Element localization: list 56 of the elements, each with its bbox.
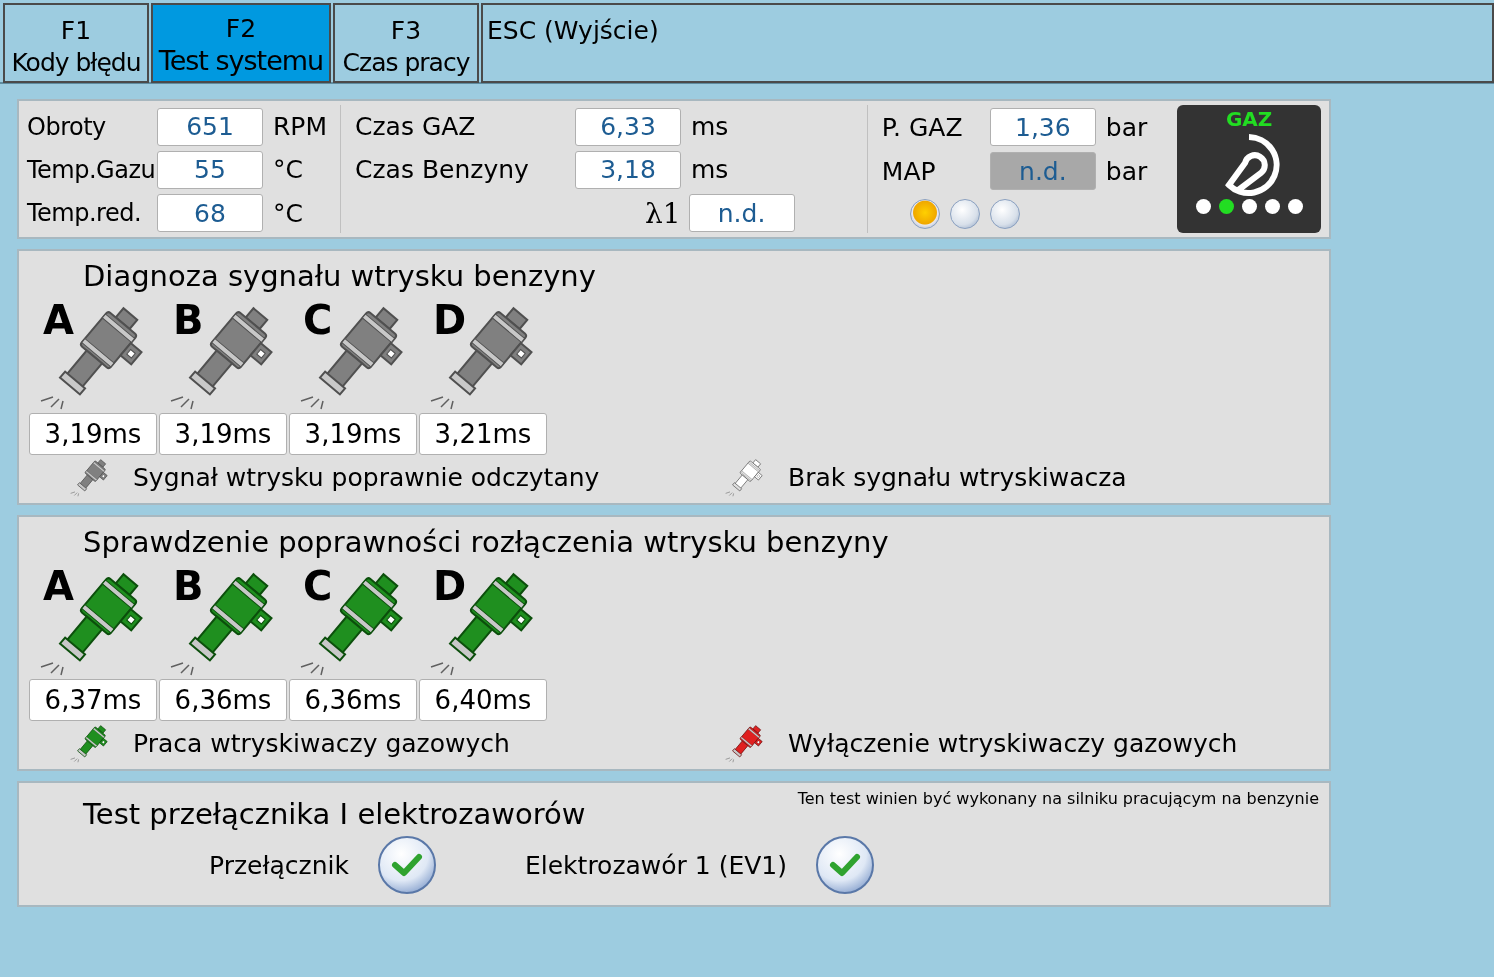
unit-label: bar — [1105, 112, 1148, 142]
lambda-label: λ1 — [645, 196, 681, 230]
legend-text: Sygnał wtrysku poprawnie odczytany — [133, 462, 600, 492]
unit-label: ms — [691, 112, 729, 142]
reading-label: P. GAZ — [881, 112, 964, 142]
unit-label: RPM — [273, 112, 328, 142]
injector-letter: D — [433, 563, 467, 609]
value-field: 55 — [157, 151, 263, 189]
note-text: Ten test winien być wykonany na silniku pracującym na benzynie — [797, 789, 1319, 810]
section-title: Sprawdzenie poprawności rozłączenia wtrysku benzyny — [83, 525, 890, 559]
reading-label: Czas GAZ — [355, 112, 477, 142]
time-field: 6,37ms — [29, 679, 157, 721]
section-title: Diagnoza sygnału wtrysku benzyny — [83, 259, 597, 293]
legend-text: Brak sygnału wtryskiwacza — [788, 462, 1127, 492]
time-field: 6,36ms — [159, 679, 287, 721]
injector-letter: B — [173, 563, 204, 609]
legend-text: Wyłączenie wtryskiwaczy gazowych — [788, 728, 1238, 758]
time-field: 6,36ms — [289, 679, 417, 721]
injector-letter: D — [433, 297, 467, 343]
reading-label: Temp.Gazu — [27, 156, 157, 184]
reading-label: Czas Benzyny — [355, 155, 530, 185]
tab[interactable]: F3 Czas pracy — [333, 3, 479, 83]
value-field: 3,18 — [575, 151, 681, 189]
injector-letter: A — [43, 563, 74, 609]
check-label: Elektrozawór 1 (EV1) — [525, 850, 787, 880]
injector-letter: C — [303, 297, 333, 343]
value-field: 6,33 — [575, 107, 681, 146]
value-field: n.d. — [989, 152, 1096, 190]
tab[interactable]: ESC (Wyjście) — [481, 3, 1494, 83]
time-field: 3,21ms — [419, 413, 547, 455]
tab[interactable]: F2 Test systemu — [151, 3, 331, 83]
unit-label: ms — [691, 155, 729, 185]
time-field: 6,40ms — [419, 679, 547, 721]
unit-label: °C — [273, 198, 303, 228]
value-field: 651 — [157, 107, 263, 146]
reading-label: Temp.red. — [27, 199, 143, 228]
badge-title: GAZ — [1225, 107, 1273, 131]
legend-text: Praca wtryskiwaczy gazowych — [133, 728, 510, 758]
value-field: 1,36 — [989, 108, 1096, 146]
value-field: n.d. — [688, 194, 795, 233]
injector-letter: C — [303, 563, 333, 609]
unit-label: °C — [273, 155, 303, 185]
injector-letter: A — [43, 297, 74, 343]
reading-label: MAP — [881, 156, 937, 186]
check-button-icon[interactable] — [377, 835, 437, 895]
time-field: 3,19ms — [29, 413, 157, 455]
check-label: Przełącznik — [209, 850, 349, 880]
reading-label: Obroty — [27, 112, 107, 141]
time-field: 3,19ms — [159, 413, 287, 455]
injector-letter: B — [173, 297, 204, 343]
time-field: 3,19ms — [289, 413, 417, 455]
unit-label: bar — [1105, 156, 1148, 186]
section-title: Test przełącznika I elektrozaworów — [83, 797, 586, 831]
tab[interactable]: F1 Kody błędu — [3, 3, 149, 83]
value-field: 68 — [157, 194, 263, 233]
check-button-icon[interactable] — [815, 835, 875, 895]
